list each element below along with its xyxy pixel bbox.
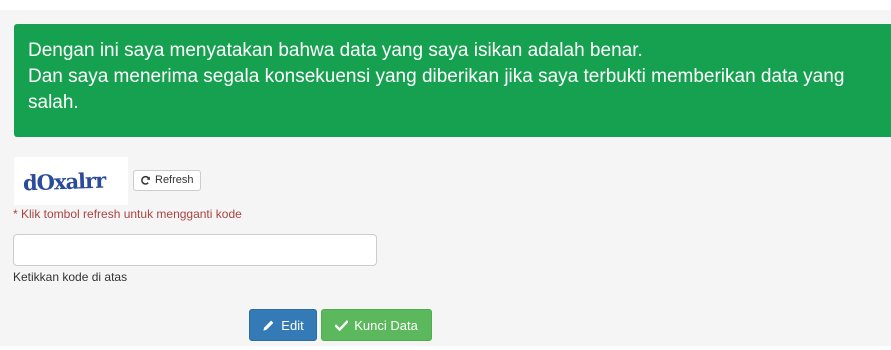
declaration-line-2: Dan saya menerima segala konsekuensi yan… — [28, 66, 845, 87]
lock-data-label: Kunci Data — [354, 317, 418, 333]
checkmark-icon — [335, 319, 349, 331]
declaration-alert: Dengan ini saya menyatakan bahwa data ya… — [14, 24, 891, 137]
refresh-hint: * Klik tombol refresh untuk mengganti ko… — [13, 207, 242, 221]
captcha-text: dOxalrr — [23, 168, 108, 196]
lock-data-button[interactable]: Kunci Data — [321, 309, 432, 341]
refresh-captcha-button[interactable]: Refresh — [133, 170, 201, 191]
captcha-code-input[interactable] — [13, 234, 377, 266]
pencil-icon — [262, 319, 275, 332]
captcha-image: dOxalrr — [14, 157, 128, 205]
captcha-graphic: dOxalrr — [23, 168, 108, 196]
refresh-icon — [140, 175, 151, 186]
refresh-label: Refresh — [155, 174, 194, 186]
declaration-line-3: salah. — [28, 92, 79, 113]
declaration-line-1: Dengan ini saya menyatakan bahwa data ya… — [28, 40, 643, 61]
captcha-code-label: Ketikkan kode di atas — [13, 270, 128, 284]
edit-button[interactable]: Edit — [249, 309, 317, 341]
edit-label: Edit — [281, 317, 304, 333]
